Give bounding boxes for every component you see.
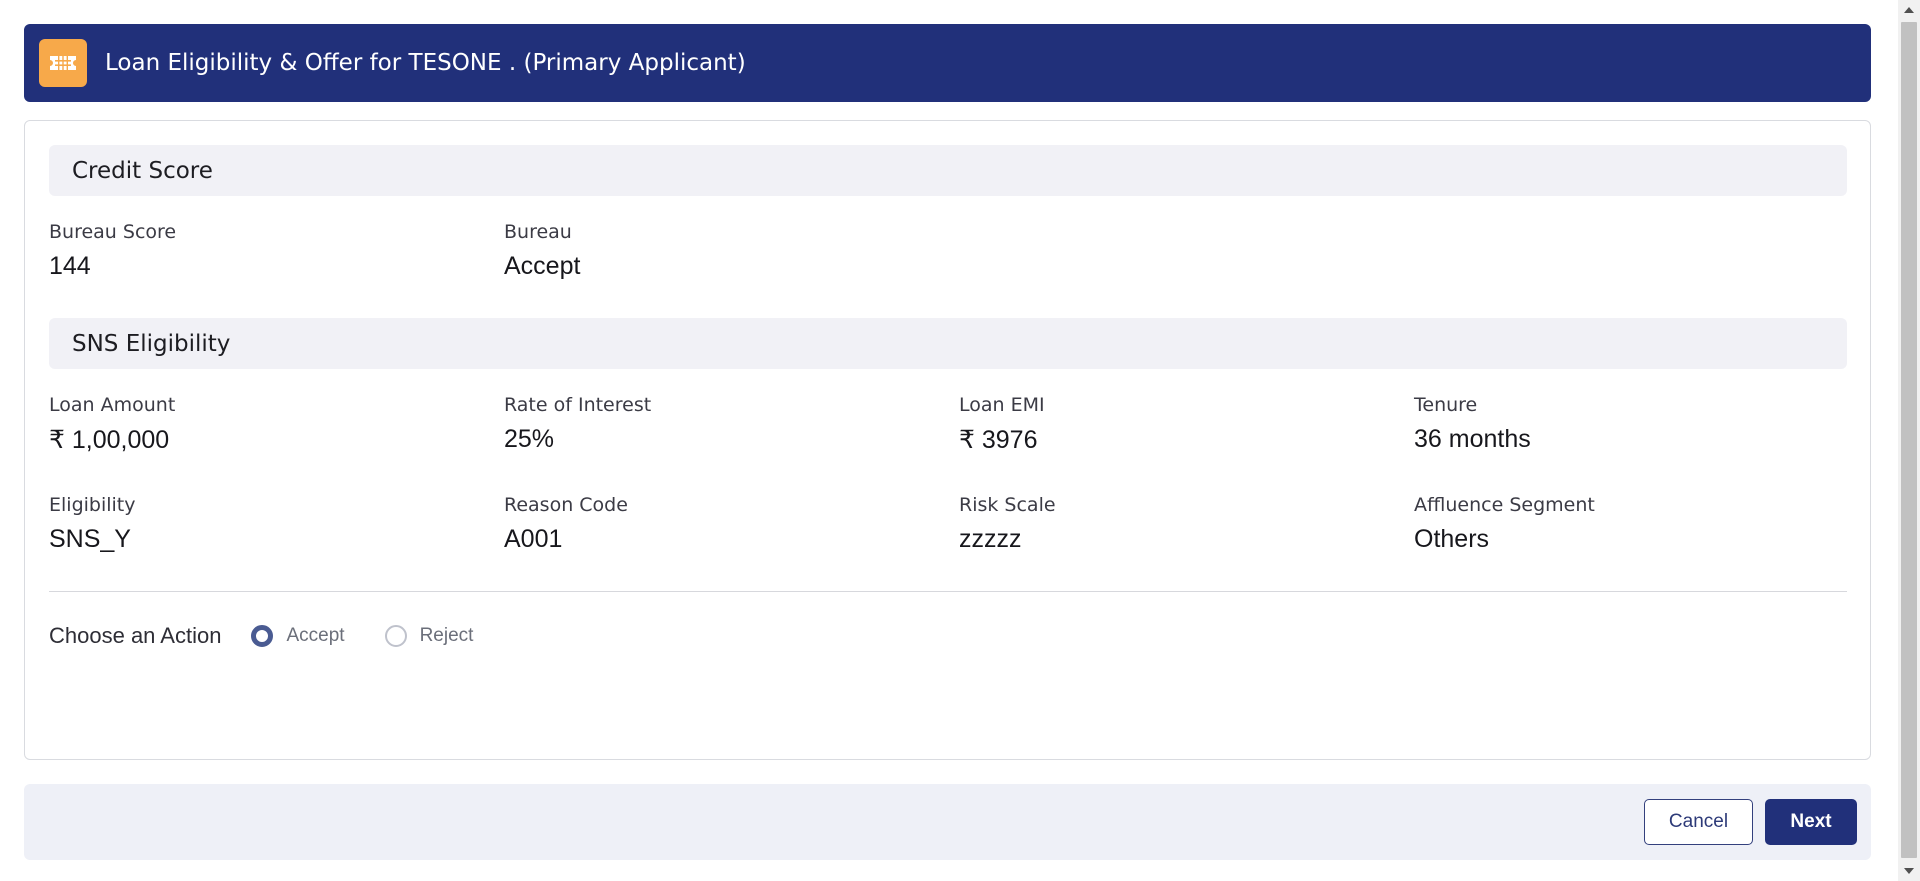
action-radio-group: Choose an Action Accept Reject: [49, 616, 513, 656]
next-button[interactable]: Next: [1765, 799, 1857, 845]
action-label: Choose an Action: [49, 623, 222, 648]
field-value: 144: [49, 252, 91, 280]
reject-radio[interactable]: [384, 625, 407, 647]
vertical-scrollbar[interactable]: [1898, 0, 1920, 881]
field-value: Accept: [504, 252, 581, 280]
scrollbar-thumb[interactable]: [1901, 22, 1917, 858]
loan-eligibility-page: Loan Eligibility & Offer for TESONE . (P…: [0, 0, 1898, 881]
loan-amount-field: Loan Amount ₹ 1,00,000: [49, 394, 175, 455]
field-value: 36 months: [1414, 425, 1531, 453]
accept-radio-label[interactable]: Accept: [286, 625, 344, 647]
field-label: Loan Amount: [49, 394, 176, 416]
section-title: Credit Score: [72, 157, 213, 184]
reject-radio-label[interactable]: Reject: [420, 625, 474, 647]
field-value: ₹ 1,00,000: [49, 426, 170, 454]
field-value: zzzzz: [959, 525, 1022, 553]
bureau-field: Bureau Accept: [504, 221, 580, 281]
bureau-score-field: Bureau Score 144: [49, 221, 176, 281]
field-value: A001: [504, 525, 563, 553]
affluence-segment-field: Affluence Segment Others: [1414, 494, 1595, 554]
field-label: Loan EMI: [959, 394, 1045, 416]
scroll-up-arrow-icon[interactable]: [1898, 0, 1920, 20]
field-label: Bureau: [504, 221, 572, 243]
field-value: Others: [1414, 525, 1490, 553]
field-label: Bureau Score: [49, 221, 177, 243]
accept-option[interactable]: Accept: [251, 625, 345, 647]
risk-scale-field: Risk Scale zzzzz: [959, 494, 1056, 554]
eligibility-field: Eligibility SNS_Y: [49, 494, 136, 554]
field-label: Reason Code: [504, 494, 628, 516]
page-header: Loan Eligibility & Offer for TESONE . (P…: [24, 24, 1871, 102]
divider: [49, 591, 1847, 592]
tenure-field: Tenure 36 months: [1414, 394, 1531, 454]
rate-of-interest-field: Rate of Interest 25%: [504, 394, 651, 454]
field-label: Risk Scale: [959, 494, 1056, 516]
eligibility-card: Credit Score Bureau Score 144 Bureau Acc…: [24, 120, 1871, 760]
loan-emi-field: Loan EMI ₹ 3976: [959, 394, 1045, 455]
credit-score-section-header: Credit Score: [49, 145, 1847, 196]
footer-bar: Cancel Next: [24, 784, 1871, 860]
field-value: ₹ 3976: [959, 426, 1038, 454]
page-title: Loan Eligibility & Offer for TESONE . (P…: [105, 50, 746, 76]
field-label: Rate of Interest: [504, 394, 652, 416]
reject-option[interactable]: Reject: [384, 625, 474, 647]
field-label: Tenure: [1414, 394, 1478, 416]
field-label: Eligibility: [49, 494, 136, 516]
ticket-icon: [39, 39, 87, 87]
sns-eligibility-section-header: SNS Eligibility: [49, 318, 1847, 369]
section-title: SNS Eligibility: [72, 330, 231, 357]
cancel-button[interactable]: Cancel: [1644, 799, 1753, 845]
reason-code-field: Reason Code A001: [504, 494, 628, 554]
field-value: SNS_Y: [49, 525, 131, 553]
accept-radio[interactable]: [251, 625, 274, 647]
field-value: 25%: [504, 425, 555, 453]
field-label: Affluence Segment: [1414, 494, 1595, 516]
scroll-down-arrow-icon[interactable]: [1898, 861, 1920, 881]
